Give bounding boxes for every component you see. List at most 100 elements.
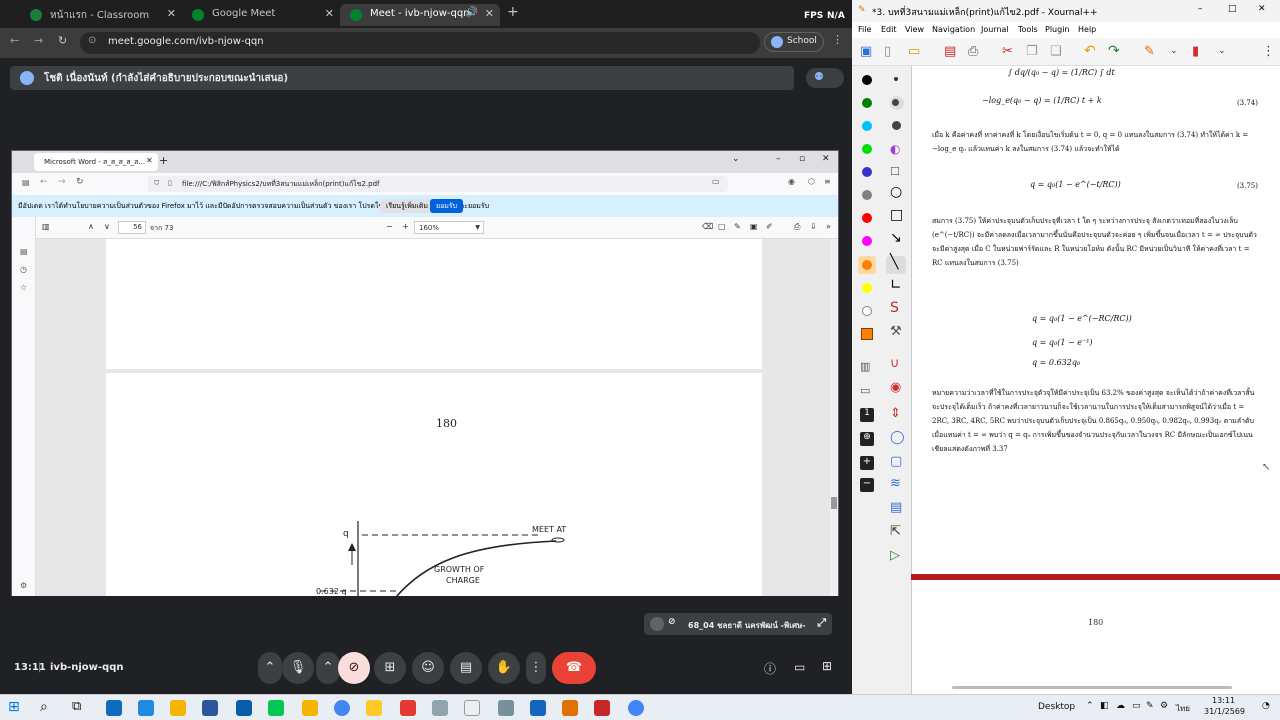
tray-chevron-icon[interactable]: ⌃: [1086, 701, 1094, 711]
shared-reload-icon[interactable]: ↻: [76, 177, 84, 187]
play-cursor-icon[interactable]: ▷: [890, 548, 900, 563]
zoom-out-icon[interactable]: −: [860, 478, 874, 492]
outline-icon[interactable]: ▤: [20, 247, 28, 256]
window-minimize-icon[interactable]: –: [1198, 4, 1203, 14]
taskbar-chrome-icon[interactable]: [628, 700, 644, 716]
fullscreen-icon[interactable]: ⊕: [860, 432, 874, 446]
tray-display-icon[interactable]: ▭: [1132, 701, 1141, 711]
taskbar-vpn-icon[interactable]: [236, 700, 252, 716]
audio-options-button[interactable]: ⌃: [258, 652, 282, 684]
menu-view[interactable]: View: [905, 25, 924, 34]
address-bar[interactable]: ⊙ meet.google.com/ivb-njow-qqn: [80, 32, 760, 54]
line-tool-icon[interactable]: ╲: [890, 254, 898, 270]
shared-forward-icon[interactable]: →: [58, 177, 66, 187]
close-tab-icon[interactable]: ✕: [325, 7, 334, 20]
pdf-prev-page-icon[interactable]: ∧: [88, 222, 94, 231]
more-vert-icon[interactable]: ⋮: [1262, 44, 1275, 59]
color-blue-swatch[interactable]: [862, 167, 872, 177]
account-icon[interactable]: ◉: [788, 177, 795, 186]
tab-meet-active[interactable]: Meet - ivb-njow-qqn 🔊 ✕: [340, 4, 500, 26]
taskbar-edge-icon[interactable]: [138, 700, 154, 716]
shared-back-icon[interactable]: ←: [40, 177, 48, 187]
profile-button[interactable]: School: [764, 32, 824, 52]
page-layout-icon[interactable]: ▥: [860, 360, 870, 373]
taskbar-explorer-icon[interactable]: [170, 700, 186, 716]
pdf-image-icon[interactable]: ▣: [750, 222, 758, 231]
shared-close-icon[interactable]: ✕: [822, 154, 830, 164]
menu-file[interactable]: File: [858, 25, 871, 34]
taskbar-app-icon[interactable]: [594, 700, 610, 716]
page-one-icon[interactable]: 1: [860, 408, 874, 422]
accept-button[interactable]: ยอมรับ: [430, 199, 464, 213]
fill-icon[interactable]: ▢: [890, 454, 902, 469]
undo-icon[interactable]: ↶: [1084, 43, 1096, 59]
color-magenta-swatch[interactable]: [862, 236, 872, 246]
arrow-tool-icon[interactable]: ↘: [890, 230, 902, 246]
chevron-down-icon[interactable]: ⌄: [1170, 46, 1178, 56]
site-info-icon[interactable]: ⊙: [88, 35, 96, 46]
language-indicator[interactable]: ไทย: [1176, 702, 1190, 715]
rectangle-tool-icon[interactable]: □: [890, 207, 903, 223]
pdf-sidebar-toggle-icon[interactable]: ▥: [42, 222, 50, 231]
cursor-icon[interactable]: ⇱: [890, 524, 901, 539]
ruler-tool-icon[interactable]: ⚒: [890, 324, 902, 339]
taskbar-chrome-icon[interactable]: [334, 700, 350, 716]
taskbar-line-icon[interactable]: [268, 700, 284, 716]
vertical-space-icon[interactable]: ⇕: [890, 406, 901, 421]
menu-plugin[interactable]: Plugin: [1045, 25, 1070, 34]
pdf-zoom-in-icon[interactable]: +: [402, 222, 409, 231]
taskbar-app-icon[interactable]: [498, 700, 514, 716]
shared-sidebar-icon[interactable]: ▤: [22, 178, 30, 187]
snap-icon[interactable]: ◉: [890, 380, 901, 395]
axes-tool-icon[interactable]: ∟: [890, 277, 902, 293]
menu-kebab-icon[interactable]: ⋮: [832, 33, 843, 46]
print-icon[interactable]: ⎙: [968, 44, 978, 59]
camera-button[interactable]: ⊘: [338, 652, 370, 684]
shared-tab-list-icon[interactable]: ⌄: [732, 154, 740, 164]
search-icon[interactable]: ⌕: [40, 699, 48, 715]
xournal-page[interactable]: ∫ dq/(q₀ − q) = (1/RC) ∫ dt −log_e(q₀ − …: [911, 66, 1280, 690]
taskbar-clock-date[interactable]: 31/1/2569: [1204, 707, 1245, 716]
magnet-icon[interactable]: ∪: [890, 356, 900, 371]
open-folder-icon[interactable]: ▭: [908, 44, 920, 59]
activities-grid-icon[interactable]: ⊞: [822, 659, 832, 673]
export-pdf-icon[interactable]: ▤: [944, 44, 956, 59]
pdf-scrollbar[interactable]: [830, 239, 838, 596]
custom-color-swatch[interactable]: [861, 328, 873, 340]
expand-icon[interactable]: ⤢: [817, 616, 826, 630]
tab-classroom[interactable]: หน้าแรก - Classroom ✕: [20, 4, 182, 26]
more-options-button[interactable]: ⋮: [526, 652, 546, 684]
start-windows-icon[interactable]: ⊞: [8, 699, 20, 715]
ellipse-tool-icon[interactable]: ○: [890, 184, 902, 200]
paste-icon[interactable]: ❑: [1050, 44, 1062, 59]
speaker-icon[interactable]: 🔊: [466, 7, 478, 18]
color-black-swatch[interactable]: [862, 75, 872, 85]
table-icon[interactable]: ▤: [890, 500, 902, 515]
taskbar-word-icon[interactable]: [202, 700, 218, 716]
pdf-next-page-icon[interactable]: ∨: [104, 222, 110, 231]
info-icon[interactable]: ⓘ: [764, 660, 776, 677]
extensions-icon[interactable]: ⬡: [808, 177, 815, 186]
desktop-label[interactable]: Desktop: [1038, 702, 1075, 712]
hamburger-icon[interactable]: ≡: [824, 177, 831, 186]
menu-navigation[interactable]: Navigation: [932, 25, 975, 34]
present-button[interactable]: ⊞: [374, 652, 406, 684]
task-view-icon[interactable]: ⧉: [72, 699, 81, 714]
new-doc-icon[interactable]: ▯: [884, 44, 891, 59]
menu-tools[interactable]: Tools: [1018, 25, 1038, 34]
spline-tool-icon[interactable]: S: [890, 300, 899, 316]
presentation-icon[interactable]: ▭: [860, 384, 870, 397]
color-light-blue-swatch[interactable]: [862, 121, 872, 131]
color-orange-swatch[interactable]: [862, 260, 872, 270]
color-white-swatch[interactable]: [862, 306, 872, 316]
pdf-draw-icon[interactable]: ✎: [734, 222, 741, 231]
hand-tool-icon[interactable]: ◐: [890, 142, 900, 156]
color-red-swatch[interactable]: [862, 213, 872, 223]
taskbar-app-icon[interactable]: [366, 700, 382, 716]
menu-journal[interactable]: Journal: [981, 25, 1009, 34]
history-icon[interactable]: ◷: [20, 265, 27, 274]
window-maximize-icon[interactable]: □: [1228, 4, 1237, 14]
taskbar-acrobat-icon[interactable]: [400, 700, 416, 716]
lasso-icon[interactable]: ☐: [890, 165, 900, 178]
shared-new-tab-icon[interactable]: +: [159, 154, 168, 167]
